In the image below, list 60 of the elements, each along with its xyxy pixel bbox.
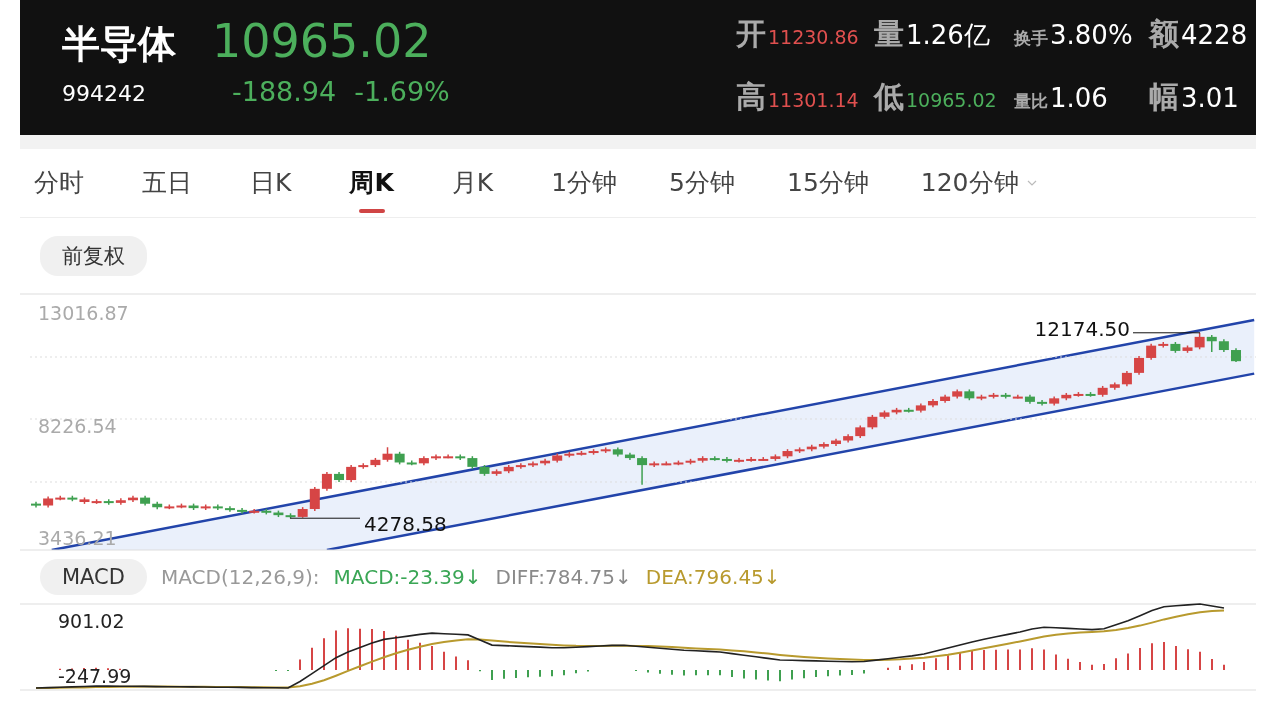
low-price-label: 4278.58 — [364, 512, 447, 537]
period-tab[interactable]: 分时 — [34, 153, 84, 213]
stat-value: 3.80% — [1050, 20, 1133, 50]
period-tab[interactable]: 月K — [451, 153, 494, 213]
index-code: 994242 — [62, 81, 147, 106]
period-tab[interactable]: 120分钟 — [920, 153, 1019, 213]
stat-label: 幅 — [1149, 78, 1179, 116]
candlestick — [455, 453, 466, 461]
caret-icon[interactable] — [1026, 180, 1037, 186]
stat-value: 1.26亿 — [906, 19, 990, 52]
index-price: 10965.02 — [212, 14, 432, 68]
stat-label: 换手 — [1014, 27, 1048, 50]
indicator-reading: DEA:796.45↓ — [645, 565, 781, 589]
candlestick — [224, 505, 235, 513]
axis-label: 901.02 — [58, 610, 125, 632]
axis-label: 13016.87 — [38, 302, 129, 324]
indicator-reading: MACD:-23.39↓ — [333, 565, 482, 589]
period-tab[interactable]: 1分钟 — [551, 153, 618, 213]
period-tab[interactable]: 15分钟 — [787, 153, 869, 213]
stat-value: 10965.02 — [906, 89, 997, 111]
candlestick — [515, 462, 526, 470]
period-tab[interactable]: 五日 — [142, 153, 192, 213]
candlestick — [721, 456, 732, 464]
percent-change: -1.69% — [354, 76, 450, 107]
stat-label: 高 — [736, 78, 766, 116]
candlestick — [649, 460, 660, 468]
stat-label: 量 — [874, 15, 904, 53]
price-change: -188.94 — [232, 76, 337, 107]
axis-label: -247.99 — [58, 665, 132, 687]
stat-value: 11230.86 — [768, 26, 859, 48]
candlestick — [309, 486, 320, 512]
candlestick — [1134, 355, 1145, 376]
candlestick — [637, 455, 648, 486]
candlestick — [527, 460, 538, 468]
candlestick — [1206, 334, 1217, 353]
adjust-button[interactable]: 前复权 — [40, 235, 147, 276]
period-tab[interactable]: 5分钟 — [669, 153, 735, 213]
candlestick — [1037, 399, 1048, 407]
macd-params: MACD(12,26,9): — [160, 565, 320, 589]
index-name: 半导体 — [62, 21, 176, 68]
candlestick — [321, 471, 332, 492]
candlestick — [237, 507, 248, 515]
leader-line — [289, 517, 361, 519]
candlestick — [431, 453, 441, 461]
stat-label: 额 — [1149, 15, 1179, 53]
indicator-reading: DIFF:784.75↓ — [495, 565, 632, 589]
stat-value: 4228 — [1181, 20, 1248, 50]
stat-label: 开 — [736, 15, 766, 53]
period-tab[interactable]: 周K — [349, 153, 394, 213]
leader-line — [1132, 332, 1201, 334]
axis-label: 8226.54 — [38, 414, 117, 437]
high-price-label: 12174.50 — [1034, 316, 1130, 341]
stat-value: 1.06 — [1050, 83, 1108, 113]
axis-label: 3436.21 — [38, 527, 117, 549]
stat-value: 3.01 — [1181, 83, 1239, 113]
period-tab[interactable]: 日K — [250, 153, 292, 213]
stat-label: 低 — [874, 78, 904, 116]
stat-label: 量比 — [1014, 90, 1048, 113]
stat-value: 11301.14 — [768, 89, 859, 111]
indicator-button[interactable]: MACD — [40, 559, 147, 595]
